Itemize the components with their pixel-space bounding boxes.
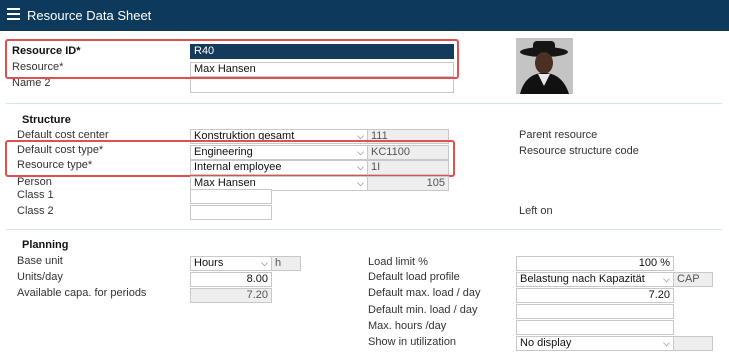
- max-hours-label: Max. hours /day: [368, 320, 447, 332]
- show-util-code: [673, 336, 713, 351]
- divider-2: [6, 229, 722, 230]
- load-profile-label: Default load profile: [368, 271, 460, 283]
- load-profile-code: CAP: [673, 272, 713, 287]
- load-profile-select[interactable]: Belastung nach Kapazität ⌵: [516, 272, 674, 287]
- name2-input[interactable]: [190, 78, 454, 93]
- class2-label: Class 2: [17, 205, 54, 217]
- resource-avatar[interactable]: [516, 38, 573, 94]
- parent-resource-label: Parent resource: [519, 129, 598, 141]
- highlight-box-structure: [5, 140, 455, 177]
- person-label: Person: [17, 176, 52, 188]
- structure-section-title: Structure: [22, 114, 71, 126]
- units-day-label: Units/day: [17, 271, 63, 283]
- load-limit-input[interactable]: 100 %: [516, 256, 674, 271]
- max-load-input[interactable]: 7.20: [516, 288, 674, 303]
- show-util-label: Show in utilization: [368, 336, 457, 348]
- avail-capa-label: Available capa. for periods: [17, 287, 147, 299]
- highlight-box-header: [5, 39, 459, 79]
- title-bar: Resource Data Sheet: [0, 0, 729, 31]
- show-util-select[interactable]: No display ⌵: [516, 336, 674, 351]
- min-load-input[interactable]: [516, 304, 674, 319]
- planning-section-title: Planning: [22, 239, 69, 251]
- class1-label: Class 1: [17, 189, 54, 201]
- class1-input[interactable]: [190, 189, 272, 204]
- person-photo-icon: [516, 38, 573, 94]
- chevron-down-icon: ⌵: [663, 274, 670, 284]
- max-hours-input[interactable]: [516, 320, 674, 335]
- window-title: Resource Data Sheet: [27, 8, 152, 23]
- base-unit-code: h: [271, 256, 301, 271]
- units-day-input[interactable]: 8.00: [190, 272, 272, 287]
- structure-code-label: Resource structure code: [519, 145, 639, 157]
- min-load-label: Default min. load / day: [368, 304, 478, 316]
- chevron-down-icon: ⌵: [357, 178, 364, 188]
- base-unit-label: Base unit: [17, 255, 63, 267]
- left-on-label: Left on: [519, 205, 553, 217]
- max-load-label: Default max. load / day: [368, 287, 481, 299]
- menu-icon[interactable]: [7, 8, 20, 20]
- avail-capa-value: 7.20: [190, 288, 272, 303]
- chevron-down-icon: ⌵: [663, 338, 670, 348]
- base-unit-select[interactable]: Hours ⌵: [190, 256, 272, 271]
- load-limit-label: Load limit %: [368, 256, 428, 268]
- class2-input[interactable]: [190, 205, 272, 220]
- chevron-down-icon: ⌵: [261, 258, 268, 268]
- divider-1: [6, 103, 722, 104]
- person-code: 105: [367, 176, 449, 191]
